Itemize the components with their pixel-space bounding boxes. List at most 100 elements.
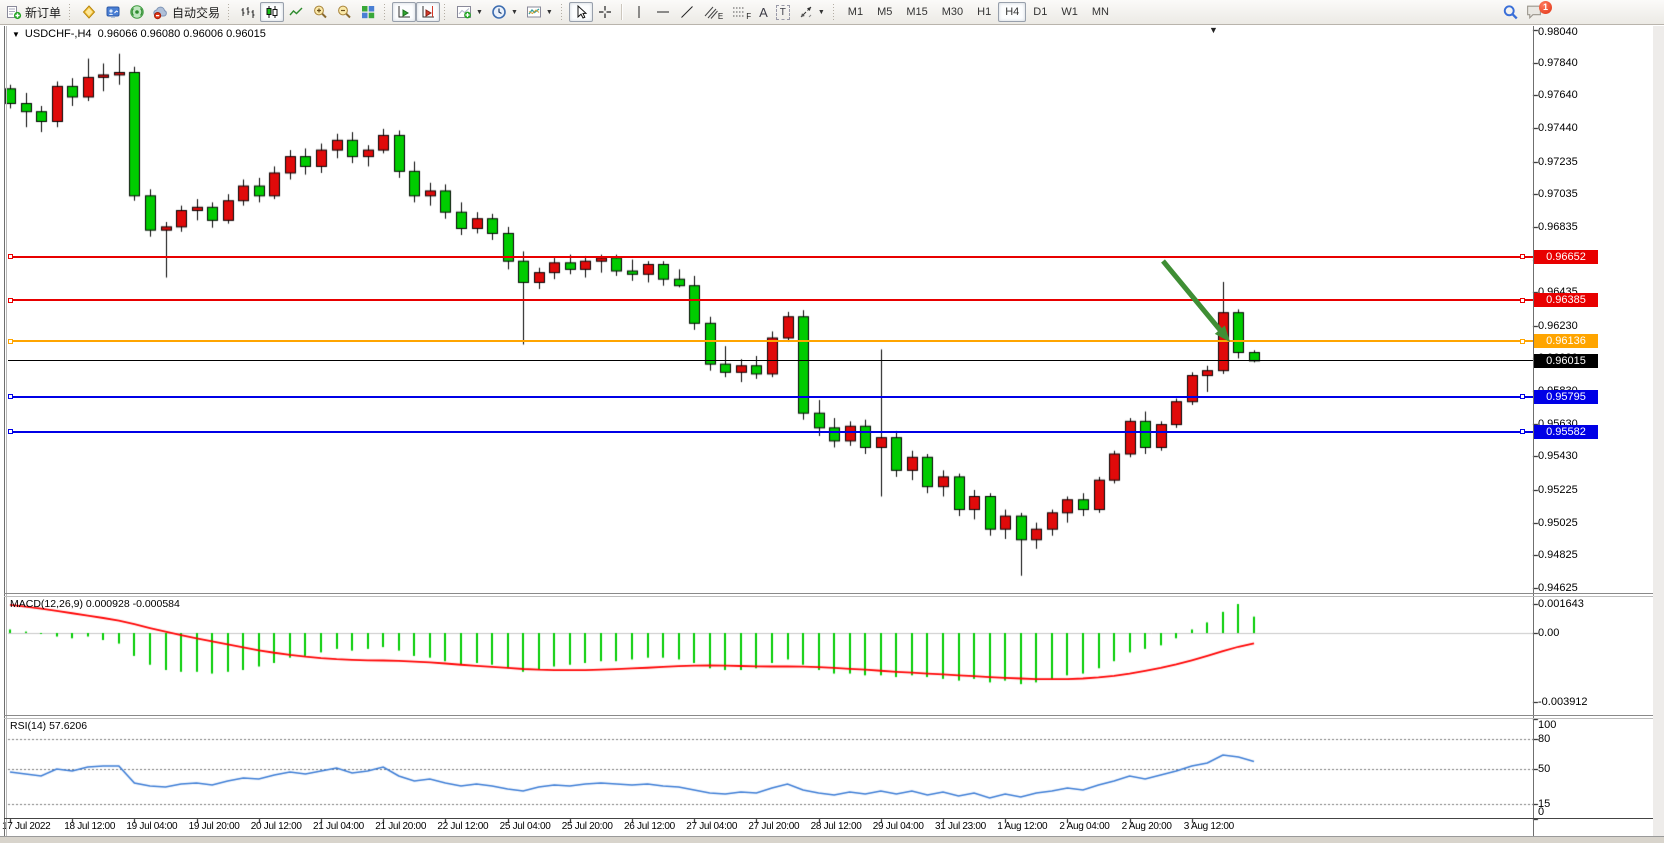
crosshair-tool-button[interactable] [593, 2, 617, 22]
fibonacci-tool-button[interactable]: F [727, 2, 755, 22]
macd-panel-separator[interactable] [4, 593, 1653, 594]
signal-icon [129, 4, 145, 20]
notifications-button[interactable]: 1 [1525, 3, 1551, 21]
price-label-0.96652: 0.96652 [1534, 250, 1598, 264]
timeframe-button-M30[interactable]: M30 [935, 2, 970, 22]
price-label-0.96136: 0.96136 [1534, 334, 1598, 348]
indicators-button[interactable]: ▼ [452, 2, 487, 22]
line-anchor[interactable] [1520, 298, 1525, 303]
market-watch-button[interactable] [101, 2, 125, 22]
horizontal-line-0.96652[interactable] [8, 256, 1533, 258]
price-label-0.95795: 0.95795 [1534, 390, 1598, 404]
periods-button[interactable]: ▼ [487, 2, 522, 22]
line-chart-type-button[interactable] [284, 2, 308, 22]
line-anchor[interactable] [8, 429, 13, 434]
cursor-tool-button[interactable] [569, 2, 593, 22]
trendline-tool-button[interactable] [675, 2, 699, 22]
macd-panel-separator-shadow [4, 596, 1653, 597]
rsi-indicator-label: RSI(14) 57.6206 [10, 720, 87, 732]
chart-canvas[interactable] [0, 0, 1664, 843]
candlestick-icon [264, 4, 280, 20]
arrows-tool-button[interactable]: ▼ [794, 2, 829, 22]
line-anchor[interactable] [1520, 254, 1525, 259]
zoom-out-icon [336, 4, 352, 20]
time-axis-label: 26 Jul 12:00 [624, 821, 675, 832]
text-label-tool-button[interactable]: T [772, 2, 794, 22]
rsi-panel-separator[interactable] [4, 715, 1653, 716]
equidistant-channel-icon [703, 4, 719, 20]
bar-chart-type-button[interactable] [236, 2, 260, 22]
bid-price-line[interactable] [8, 360, 1533, 361]
time-axis-label: 18 Jul 12:00 [64, 821, 115, 832]
signals-button[interactable] [125, 2, 149, 22]
new-order-button[interactable]: 新订单 [2, 2, 65, 22]
horizontal-line-0.96136[interactable] [8, 340, 1533, 342]
toolbar-grip [384, 4, 388, 20]
metaquotes-button[interactable] [77, 2, 101, 22]
price-tick-label: 0.97235 [1538, 156, 1578, 168]
auto-scroll-button[interactable] [392, 2, 416, 22]
auto-trading-label: 自动交易 [172, 4, 220, 21]
terminal-window: 新订单 自动交易 [0, 0, 1664, 843]
line-anchor[interactable] [1520, 394, 1525, 399]
price-label-0.95582: 0.95582 [1534, 425, 1598, 439]
timeframe-toolbar: M1M5M15M30H1H4D1W1MN [841, 2, 1116, 22]
horizontal-line-0.95795[interactable] [8, 396, 1533, 398]
horizontal-line-0.95582[interactable] [8, 431, 1533, 433]
time-axis-label: 31 Jul 23:00 [935, 821, 986, 832]
market-watch-icon [105, 4, 121, 20]
toolbar-grip [833, 4, 837, 20]
horizontal-line-tool-button[interactable] [651, 2, 675, 22]
line-anchor[interactable] [8, 254, 13, 259]
timeframe-button-MN[interactable]: MN [1085, 2, 1116, 22]
timeframe-button-M5[interactable]: M5 [870, 2, 899, 22]
line-anchor[interactable] [8, 394, 13, 399]
zoom-in-button[interactable] [308, 2, 332, 22]
toolbar-separator [621, 4, 623, 20]
tile-windows-button[interactable] [356, 2, 380, 22]
line-anchor[interactable] [1520, 429, 1525, 434]
auto-trading-cloud-icon [153, 4, 169, 20]
vertical-line-icon [631, 4, 647, 20]
time-axis-label: 21 Jul 20:00 [375, 821, 426, 832]
timeframe-button-H4[interactable]: H4 [998, 2, 1026, 22]
timeframe-button-D1[interactable]: D1 [1026, 2, 1054, 22]
toolbar-grip [444, 4, 448, 20]
toolbar-right-group: 1 [1502, 0, 1551, 24]
text-tool-button[interactable]: A [755, 2, 772, 22]
line-anchor[interactable] [8, 298, 13, 303]
line-anchor[interactable] [1520, 339, 1525, 344]
price-tick-label: 0.94825 [1538, 549, 1578, 561]
textbox-tool-label: T [776, 5, 790, 20]
chevron-down-icon: ▼ [511, 9, 518, 16]
line-anchor[interactable] [8, 339, 13, 344]
templates-button[interactable]: ▼ [522, 2, 557, 22]
chart-title: ▼USDCHF-,H4 0.96066 0.96080 0.96006 0.96… [12, 28, 266, 40]
collapse-triangle-icon[interactable]: ▼ [12, 30, 20, 39]
time-axis-label: 27 Jul 04:00 [686, 821, 737, 832]
cursor-icon [573, 4, 589, 20]
rsi-tick-label: 80 [1538, 733, 1550, 745]
gold-gem-icon [81, 4, 97, 20]
zoom-out-button[interactable] [332, 2, 356, 22]
text-tool-label: A [759, 5, 768, 20]
macd-tick-label: 0.001643 [1538, 598, 1584, 610]
timeframe-button-H1[interactable]: H1 [970, 2, 998, 22]
channel-tool-button[interactable]: E [699, 2, 727, 22]
timeframe-button-W1[interactable]: W1 [1054, 2, 1085, 22]
window-bottom-edge [0, 836, 1664, 843]
chart-shift-button[interactable] [416, 2, 440, 22]
toolbar-grip [228, 4, 232, 20]
arrows-icon [798, 4, 814, 20]
auto-trading-button[interactable]: 自动交易 [149, 2, 224, 22]
price-tick-label: 0.95430 [1538, 450, 1578, 462]
vertical-line-tool-button[interactable] [627, 2, 651, 22]
chart-shift-marker[interactable]: ▼ [1209, 25, 1218, 35]
candlestick-chart-type-button[interactable] [260, 2, 284, 22]
search-icon[interactable] [1502, 4, 1519, 21]
price-tick-label: 0.97440 [1538, 122, 1578, 134]
timeframe-button-M15[interactable]: M15 [899, 2, 934, 22]
timeframe-button-M1[interactable]: M1 [841, 2, 870, 22]
rsi-tick-label: 0 [1538, 806, 1544, 818]
horizontal-line-0.96385[interactable] [8, 299, 1533, 301]
